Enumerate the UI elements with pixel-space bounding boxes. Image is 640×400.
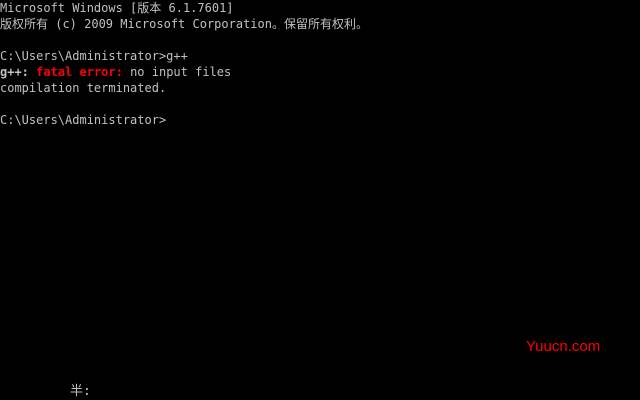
error-label: fatal error: bbox=[36, 65, 123, 79]
compilation-status: compilation terminated. bbox=[0, 81, 167, 95]
error-message: no input files bbox=[130, 65, 232, 79]
text-cursor bbox=[166, 123, 173, 125]
watermark: Yuucn.com bbox=[526, 338, 601, 355]
current-prompt: C:\Users\Administrator> bbox=[0, 113, 167, 127]
command-prompt: C:\Users\Administrator> bbox=[0, 49, 167, 63]
console-header-copyright: 版权所有 (c) 2009 Microsoft Corporation。保留所有… bbox=[0, 17, 368, 31]
error-program: g++: bbox=[0, 65, 29, 79]
console-header-version: Microsoft Windows [版本 6.1.7601] bbox=[0, 1, 234, 15]
console-window[interactable]: Microsoft Windows [版本 6.1.7601] 版权所有 (c)… bbox=[0, 0, 640, 400]
ime-status-indicator: 半: bbox=[70, 384, 91, 399]
command-line: C:\Users\Administrator>g++ bbox=[0, 48, 188, 64]
current-prompt-line[interactable]: C:\Users\Administrator> bbox=[0, 112, 173, 128]
command-input: g++ bbox=[166, 49, 188, 63]
error-output-line: g++: fatal error: no input files bbox=[0, 64, 231, 80]
